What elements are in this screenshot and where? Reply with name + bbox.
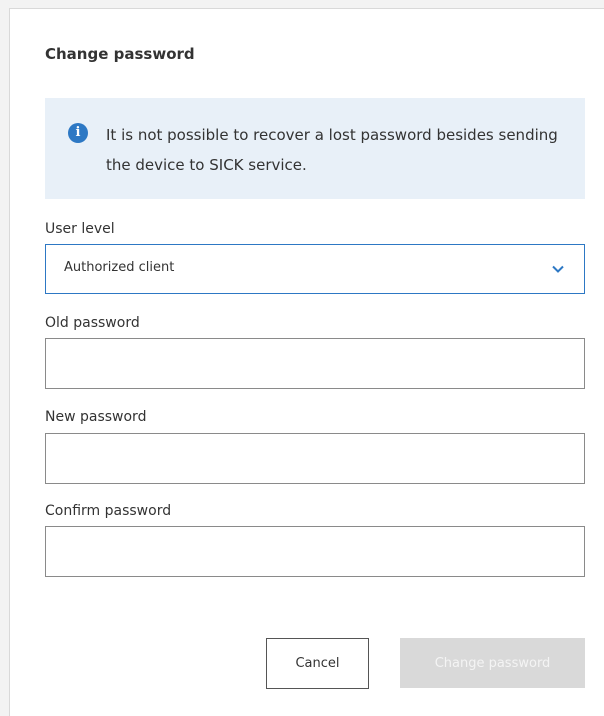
- user-level-select[interactable]: Authorized client: [45, 244, 585, 294]
- new-password-field[interactable]: [45, 433, 585, 484]
- old-password-label: Old password: [45, 315, 140, 331]
- user-level-value: Authorized client: [64, 260, 175, 275]
- confirm-password-label: Confirm password: [45, 503, 172, 519]
- new-password-label: New password: [45, 409, 147, 425]
- user-level-label: User level: [45, 221, 115, 237]
- info-message: i It is not possible to recover a lost p…: [45, 98, 585, 199]
- cancel-button[interactable]: Cancel: [266, 638, 369, 689]
- chevron-down-icon: [552, 265, 564, 273]
- change-password-dialog: Change password i It is not possible to …: [9, 8, 604, 716]
- change-password-button[interactable]: Change password: [400, 638, 585, 688]
- info-text: It is not possible to recover a lost pas…: [106, 126, 558, 174]
- confirm-password-field[interactable]: [45, 526, 585, 577]
- old-password-field[interactable]: [45, 338, 585, 389]
- dialog-title: Change password: [45, 45, 195, 63]
- info-icon: i: [68, 123, 88, 143]
